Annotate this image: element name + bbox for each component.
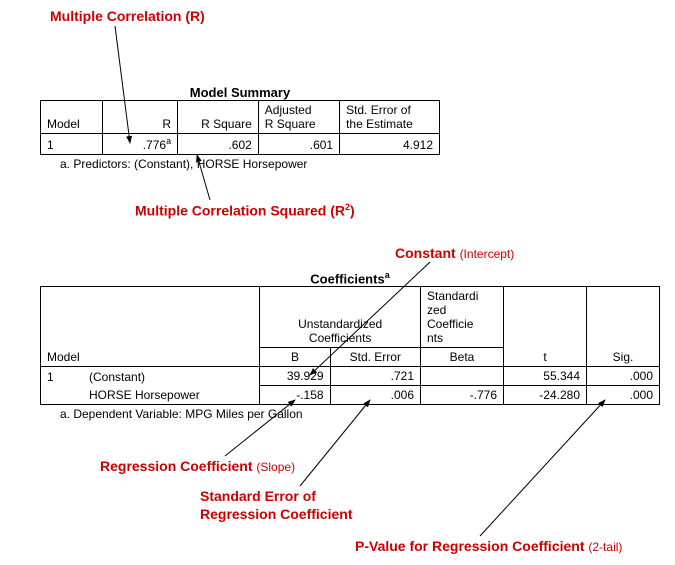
cell-r-sup: a	[166, 136, 171, 146]
annot-reg-coef: Regression Coefficient (Slope)	[100, 458, 295, 474]
coef-r0-se: .721	[330, 367, 420, 386]
coef-r0-sig: .000	[587, 367, 660, 386]
coef-r1-beta: -.776	[421, 386, 504, 405]
annot-pval: P-Value for Regression Coefficient (2-ta…	[355, 538, 622, 554]
coef-r1-b: -.158	[260, 386, 330, 405]
model-summary-table: Model R R Square Adjusted R Square Std. …	[40, 100, 440, 155]
hdr-rsq: R Square	[178, 101, 259, 134]
annot-mult-r2-post: )	[350, 203, 355, 219]
coef-hdr-model: Model	[41, 287, 260, 367]
coef-hdr-std-l3: Coefficie	[427, 317, 473, 331]
coefficients-section: Coefficientsa Model Unstandardized Coeff…	[40, 270, 660, 421]
coef-r1-t: -24.280	[504, 386, 587, 405]
coef-r1-label: HORSE Horsepower	[83, 386, 260, 405]
annot-constant: Constant (Intercept)	[395, 245, 514, 261]
hdr-se-l1: Std. Error of	[346, 103, 411, 117]
coef-title: Coefficientsa	[40, 270, 660, 286]
coef-r1-model	[41, 386, 84, 405]
coef-r0-beta	[421, 367, 504, 386]
coef-r0-t: 55.344	[504, 367, 587, 386]
coef-hdr-beta: Beta	[421, 348, 504, 367]
annot-mult-r: Multiple Correlation (R)	[50, 8, 205, 24]
model-summary-title: Model Summary	[40, 85, 440, 100]
hdr-model: Model	[41, 101, 103, 134]
annot-constant-text: Constant	[395, 245, 456, 261]
coef-hdr-std-l1: Standardi	[427, 289, 478, 303]
annot-pval-sub: (2-tail)	[588, 540, 622, 554]
coef-title-sup: a	[385, 270, 390, 280]
hdr-se: Std. Error of the Estimate	[340, 101, 440, 134]
cell-adj-rsq: .601	[258, 134, 339, 155]
coef-r0-model: 1	[41, 367, 84, 386]
cell-rsq: .602	[178, 134, 259, 155]
annot-se-coef-l2: Regression Coefficient	[200, 506, 352, 522]
coef-hdr-unstd: Unstandardized Coefficients	[260, 287, 421, 348]
coefficients-table: Model Unstandardized Coefficients Standa…	[40, 286, 660, 405]
annot-pval-text: P-Value for Regression Coefficient	[355, 538, 585, 554]
summary-footnote: a. Predictors: (Constant), HORSE Horsepo…	[60, 157, 440, 171]
cell-r-val: .776	[143, 138, 166, 152]
coef-row-horse: HORSE Horsepower -.158 .006 -.776 -24.28…	[41, 386, 660, 405]
hdr-r: R	[102, 101, 177, 134]
model-summary-section: Model Summary Model R R Square Adjusted …	[40, 85, 440, 171]
summary-row: 1 .776a .602 .601 4.912	[41, 134, 440, 155]
coef-hdr-std: Standardi zed Coefficie nts	[421, 287, 504, 348]
annot-constant-sub: (Intercept)	[460, 247, 515, 261]
coef-title-text: Coefficients	[310, 271, 384, 286]
cell-se: 4.912	[340, 134, 440, 155]
coef-hdr-se: Std. Error	[330, 348, 420, 367]
hdr-adj-rsq-l1: Adjusted	[265, 103, 312, 117]
coef-hdr-t: t	[504, 287, 587, 367]
cell-model: 1	[41, 134, 103, 155]
coef-r0-label: (Constant)	[83, 367, 260, 386]
coef-hdr-sig: Sig.	[587, 287, 660, 367]
coef-r1-sig: .000	[587, 386, 660, 405]
coef-hdr-b: B	[260, 348, 330, 367]
cell-r: .776a	[102, 134, 177, 155]
coef-footnote: a. Dependent Variable: MPG Miles per Gal…	[60, 407, 660, 421]
annot-mult-r2: Multiple Correlation Squared (R2)	[135, 202, 355, 219]
hdr-adj-rsq: Adjusted R Square	[258, 101, 339, 134]
coef-row-constant: 1 (Constant) 39.929 .721 55.344 .000	[41, 367, 660, 386]
annot-se-coef-l1: Standard Error of	[200, 488, 316, 504]
annot-reg-coef-sub: (Slope)	[256, 460, 295, 474]
coef-r0-b: 39.929	[260, 367, 330, 386]
coef-hdr-std-l4: nts	[427, 331, 443, 345]
annot-mult-r2-pre: Multiple Correlation Squared (R	[135, 203, 345, 219]
hdr-adj-rsq-l2: R Square	[265, 117, 316, 131]
annot-reg-coef-text: Regression Coefficient	[100, 458, 252, 474]
coef-r1-se: .006	[330, 386, 420, 405]
coef-hdr-std-l2: zed	[427, 303, 446, 317]
hdr-se-l2: the Estimate	[346, 117, 413, 131]
